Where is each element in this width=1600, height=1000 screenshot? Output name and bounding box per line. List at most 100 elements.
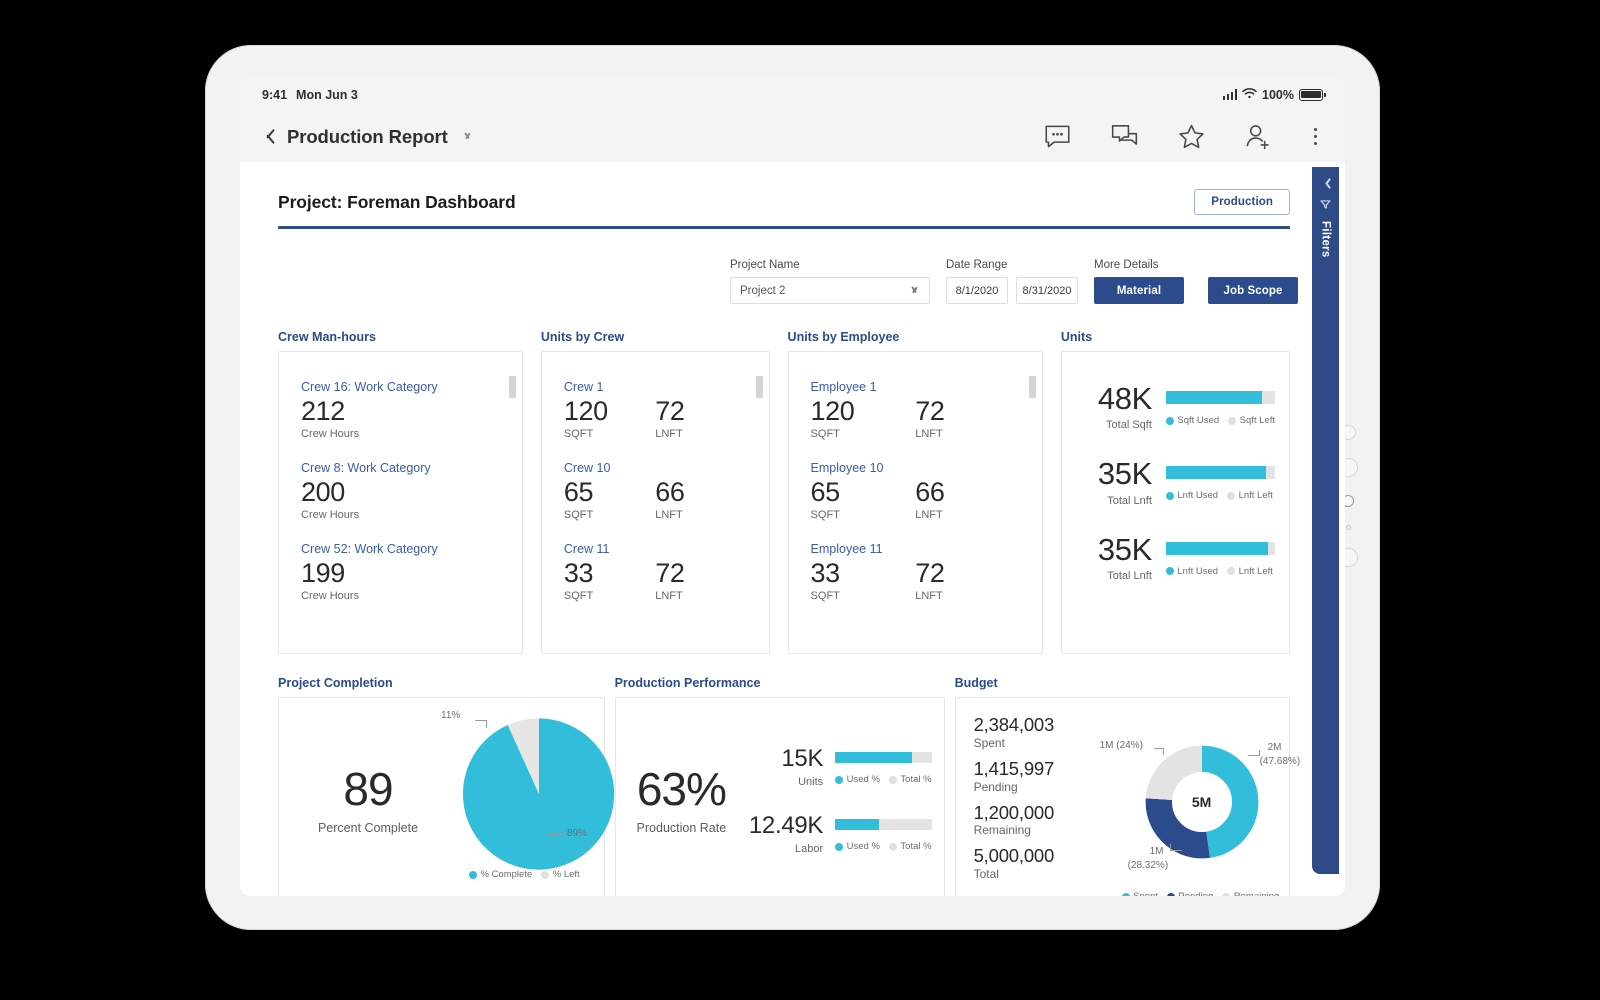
list-item[interactable]: Crew 11 33 SQFT 72 LNFT <box>564 542 747 602</box>
progress-bar-track <box>1165 466 1275 480</box>
more-options-icon[interactable] <box>1312 126 1319 148</box>
sqft-label: SQFT <box>810 590 840 603</box>
performance-bar-row[interactable]: 12.49K Labor Used % Total % <box>741 812 932 855</box>
scrollbar-thumb[interactable] <box>508 376 516 398</box>
sqft-value: 33 <box>810 558 841 589</box>
performance-bar-row[interactable]: 15K Units Used % Total % <box>741 745 932 788</box>
lnft-label: LNFT <box>655 428 683 441</box>
chat-icon[interactable] <box>1111 123 1138 150</box>
labor-value: 12.49K <box>748 812 824 839</box>
screenshot-stage: 9:41 Mon Jun 3 100% Production Report Pr… <box>0 0 1600 1000</box>
units-bar-row[interactable]: 35K Total Lnft Lnft Used Lnft Left <box>1070 532 1275 582</box>
comment-icon[interactable] <box>1044 123 1071 150</box>
ios-status-bar: 9:41 Mon Jun 3 100% <box>240 78 1345 111</box>
crew-name: Crew 1 <box>563 380 604 394</box>
completion-pie-chart[interactable]: 11% 89% % Complete % Left <box>441 698 615 896</box>
sqft-value: 120 <box>810 396 855 426</box>
material-button[interactable]: Material <box>1094 277 1184 304</box>
lnft-label: LNFT <box>655 509 683 522</box>
progress-bar-fill <box>835 819 879 830</box>
funnel-filter-icon <box>1320 200 1331 209</box>
budget-donut-chart[interactable]: 5M 1M (24%) 2M (47.68%) 1M (28.32%) <box>1100 714 1300 896</box>
list-item[interactable]: Crew 10 65 SQFT 66 LNFT <box>564 461 747 521</box>
units-section: Units 48K Total Sqft Sqft Used Sqft Left… <box>1060 330 1290 654</box>
units-by-crew-card: Crew 1 120 SQFT 72 LNFT Crew 10 65 SQFT … <box>540 351 770 654</box>
budget-remaining-label: Remaining <box>973 823 1031 838</box>
sqft-label: SQFT <box>563 428 594 441</box>
crew-name: Crew 8: Work Category <box>301 461 431 476</box>
list-item[interactable]: Crew 1 120 SQFT 72 LNFT <box>564 380 747 440</box>
employee-name: Employee 10 <box>810 461 884 476</box>
sqft-label: SQFT <box>563 590 594 603</box>
date-start-input[interactable]: 8/1/2020 <box>946 277 1008 304</box>
lnft-label: LNFT <box>915 509 943 522</box>
chevron-left-icon[interactable] <box>1322 177 1330 190</box>
legend-swatch-left <box>1227 491 1236 500</box>
donut-label-pending-pct: (28.32%) <box>1127 860 1169 871</box>
favorite-star-icon[interactable] <box>1178 123 1205 150</box>
back-chevron-icon[interactable] <box>262 127 273 146</box>
list-item[interactable]: Crew 52: Work Category 199 Crew Hours <box>301 542 500 602</box>
job-scope-button[interactable]: Job Scope <box>1208 277 1298 304</box>
lnft-value: 72 <box>655 558 685 589</box>
chevron-down-icon[interactable] <box>462 133 473 140</box>
scrollbar-thumb[interactable] <box>1028 376 1036 398</box>
sqft-label: SQFT <box>810 428 840 441</box>
progress-bar-fill <box>1165 391 1262 404</box>
filters-panel-collapsed[interactable]: Filters <box>1312 167 1339 874</box>
filter-bar: Project Name Project 2 Date Range 8/1/20… <box>278 259 1298 304</box>
sqft-label: SQFT <box>810 509 840 522</box>
units-bar-row[interactable]: 48K Total Sqft Sqft Used Sqft Left <box>1070 382 1275 431</box>
list-item[interactable]: Employee 1 120 SQFT 72 LNFT <box>811 380 1020 440</box>
chart-legend: Lnft Used Lnft Left <box>1165 566 1275 577</box>
crew-manhours-card: Crew 16: Work Category 212 Crew Hours Cr… <box>278 351 523 654</box>
report-title: Project: Foreman Dashboard <box>278 191 516 212</box>
crew-hours-label: Crew Hours <box>301 509 360 522</box>
list-item[interactable]: Crew 16: Work Category 212 Crew Hours <box>301 380 500 440</box>
project-name-select[interactable]: Project 2 <box>730 277 930 304</box>
chart-card-row: Project Completion 89 Percent Complete 1… <box>278 676 1300 896</box>
budget-card: 2,384,003 Spent 1,415,997 Pending 1,200,… <box>954 697 1300 896</box>
legend-label-total: Total % <box>900 841 932 852</box>
lnft-label: LNFT <box>915 590 943 603</box>
filters-rail: Filters <box>1312 162 1345 896</box>
add-person-icon[interactable] <box>1245 123 1272 150</box>
production-performance-section: Production Performance 63% Production Ra… <box>614 676 945 896</box>
production-mode-button[interactable]: Production <box>1194 189 1290 215</box>
legend-swatch-spent <box>1121 892 1130 896</box>
progress-bar-track <box>835 752 932 763</box>
battery-percent: 100% <box>1262 87 1294 102</box>
crew-name: Crew 10 <box>563 461 611 476</box>
list-item[interactable]: Employee 11 33 SQFT 72 LNFT <box>811 542 1020 602</box>
kpi-card-row: Crew Man-hours Crew 16: Work Category 21… <box>278 330 1290 654</box>
legend-swatch-total <box>888 775 897 784</box>
crew-hours-value: 199 <box>301 558 345 589</box>
legend-label-used: Used % <box>846 841 880 852</box>
units-label: Total Sqft <box>1106 419 1152 432</box>
legend-label-left: % Left <box>552 869 580 880</box>
lnft-value: 72 <box>915 396 945 426</box>
battery-icon <box>1299 88 1326 101</box>
list-item[interactable]: Employee 10 65 SQFT 66 LNFT <box>811 461 1020 521</box>
units-bar-row[interactable]: 35K Total Lnft Lnft Used Lnft Left <box>1070 457 1275 507</box>
date-range-label: Date Range <box>946 259 1008 271</box>
chart-legend: Used % Total % <box>835 841 932 852</box>
more-details-label: More Details <box>1094 259 1159 271</box>
scrollbar-thumb[interactable] <box>755 376 763 398</box>
legend-swatch-remaining <box>1222 892 1231 896</box>
progress-bar-fill <box>1165 466 1267 480</box>
list-item[interactable]: Crew 8: Work Category 200 Crew Hours <box>301 461 500 521</box>
legend-label-total: Total % <box>900 774 932 785</box>
progress-bar-track <box>1165 391 1275 404</box>
units-by-employee-section: Units by Employee Employee 1 120 SQFT 72 L… <box>787 330 1043 654</box>
legend-swatch-pending <box>1166 892 1175 896</box>
status-time: 9:41 <box>262 87 288 102</box>
progress-bar-fill <box>1165 541 1269 555</box>
lnft-value: 72 <box>915 558 945 589</box>
labor-label: Labor <box>795 843 824 855</box>
units-by-crew-section: Units by Crew Crew 1 120 SQFT 72 LNFT Cr… <box>540 330 770 654</box>
crew-name: Crew 16: Work Category <box>301 380 438 394</box>
legend-label-complete: % Complete <box>480 869 533 880</box>
date-end-input[interactable]: 8/31/2020 <box>1016 277 1078 304</box>
donut-label-spent: 2M <box>1267 742 1282 753</box>
